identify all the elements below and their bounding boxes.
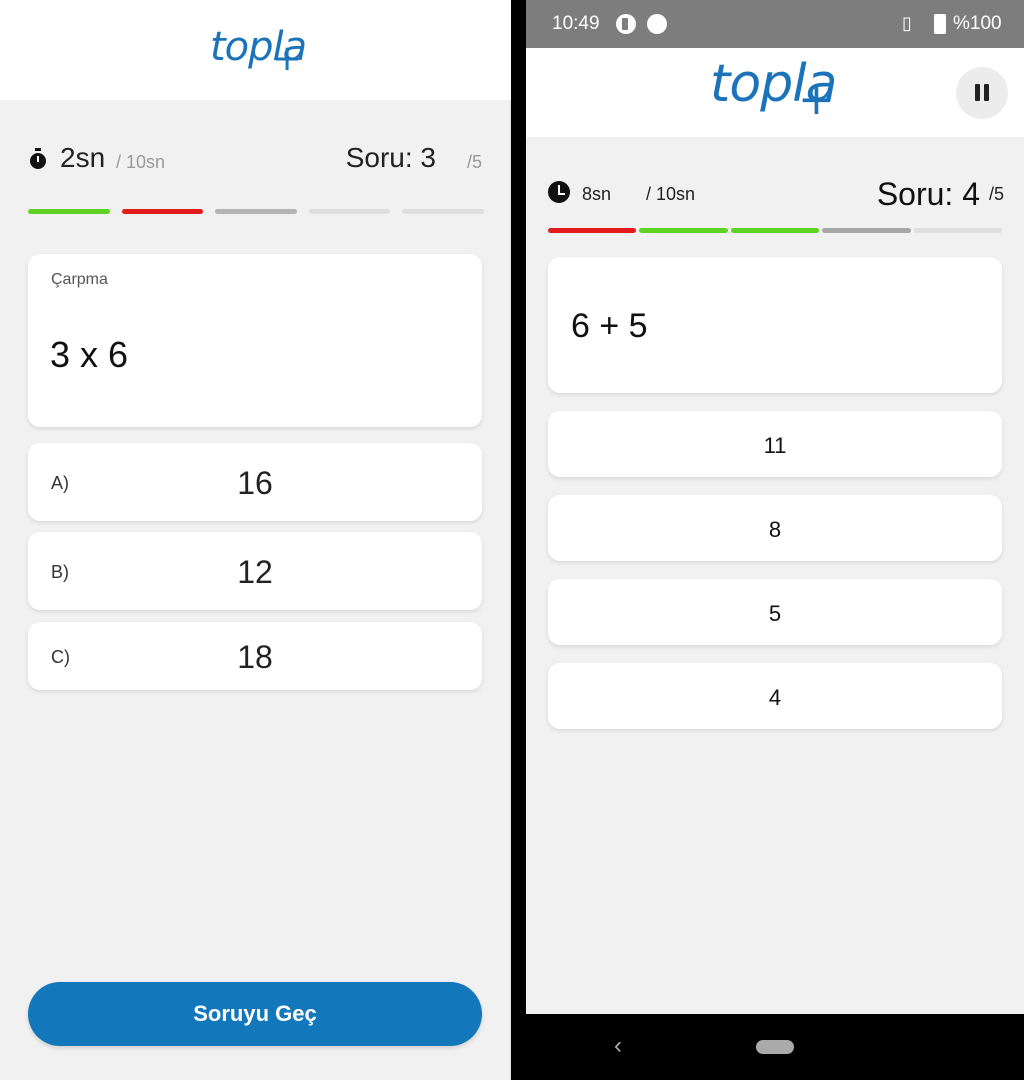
timer-row: 8sn / 10sn Soru: 4 /5	[548, 172, 1004, 212]
left-quiz-screen: topla + 2sn / 10sn Soru: 3 /5 Çarpma 3 x…	[0, 0, 511, 1080]
pause-icon	[984, 84, 989, 101]
skip-question-button[interactable]: Soruyu Geç	[28, 982, 482, 1046]
question-card: 6 + 5	[548, 257, 1002, 393]
progress-bars	[28, 209, 484, 214]
answer-option-1[interactable]: 11	[548, 411, 1002, 477]
option-value: 16	[237, 465, 273, 501]
battery-icon	[934, 14, 946, 34]
option-value: 18	[237, 639, 273, 675]
option-value: 4	[768, 685, 782, 710]
progress-segment-4	[822, 228, 911, 233]
logo-plus: +	[272, 38, 302, 79]
stopwatch-icon	[30, 148, 46, 169]
question-total: /5	[466, 152, 482, 172]
question-expression: 6 + 5	[571, 307, 648, 345]
app-notification-icon	[616, 14, 636, 34]
answer-option-4[interactable]: 4	[548, 663, 1002, 729]
answer-option-3[interactable]: 5	[548, 579, 1002, 645]
answer-option-c[interactable]: C) 18	[28, 622, 482, 690]
progress-segment-5	[913, 228, 1003, 233]
progress-segment-4	[308, 209, 391, 214]
option-value: 11	[763, 433, 787, 458]
vibrate-icon: ▯	[902, 13, 912, 33]
option-value: 8	[768, 517, 782, 542]
question-card: Çarpma 3 x 6	[28, 254, 482, 427]
topla-logo: topla +	[710, 54, 838, 125]
answer-option-2[interactable]: 8	[548, 495, 1002, 561]
option-value: 5	[768, 601, 782, 626]
right-phone-screen: 10:49 ▯ %100 topla + 8sn / 10sn Soru: 4 …	[526, 0, 1024, 1080]
progress-segment-3	[215, 209, 297, 214]
question-expression: 3 x 6	[50, 334, 129, 375]
timer-value: 2sn	[60, 142, 106, 173]
answer-option-b[interactable]: B) 12	[28, 532, 482, 610]
pause-icon	[975, 84, 980, 101]
progress-segment-3	[730, 228, 820, 233]
question-category: Çarpma	[51, 271, 108, 288]
status-time: 10:49	[552, 13, 600, 34]
progress-bars	[548, 228, 1003, 233]
question-counter: Soru: 3	[345, 142, 436, 173]
app-content: topla + 8sn / 10sn Soru: 4 /5 6 + 5 11 8	[526, 48, 1024, 1014]
progress-segment-2	[121, 209, 204, 214]
timer-row: 2sn / 10sn Soru: 3 /5	[28, 140, 484, 180]
progress-segment-1	[548, 228, 637, 233]
progress-segment-1	[28, 209, 110, 214]
back-icon[interactable]: ‹	[614, 1032, 622, 1060]
question-total: /5	[988, 184, 1004, 204]
logo-plus: +	[798, 74, 835, 125]
progress-segment-5	[402, 209, 484, 214]
question-counter: Soru: 4	[876, 176, 980, 212]
timer-value: 8sn	[582, 184, 612, 204]
battery-level: %100	[953, 13, 1002, 34]
app-header: topla +	[0, 0, 511, 100]
timer-max: / 10sn	[116, 152, 166, 172]
app-header: topla +	[526, 48, 1024, 137]
system-nav-bar: ‹	[526, 1014, 1024, 1080]
answer-option-a[interactable]: A) 16	[28, 443, 482, 521]
progress-segment-2	[639, 228, 728, 233]
clock-icon	[548, 181, 570, 203]
option-value: 12	[237, 554, 273, 590]
status-bar: 10:49 ▯ %100	[526, 0, 1024, 48]
circle-notification-icon	[647, 14, 667, 34]
pause-button[interactable]	[956, 67, 1008, 119]
topla-logo: topla +	[210, 24, 307, 79]
home-pill-icon[interactable]	[756, 1040, 794, 1054]
timer-max: / 10sn	[646, 184, 696, 204]
